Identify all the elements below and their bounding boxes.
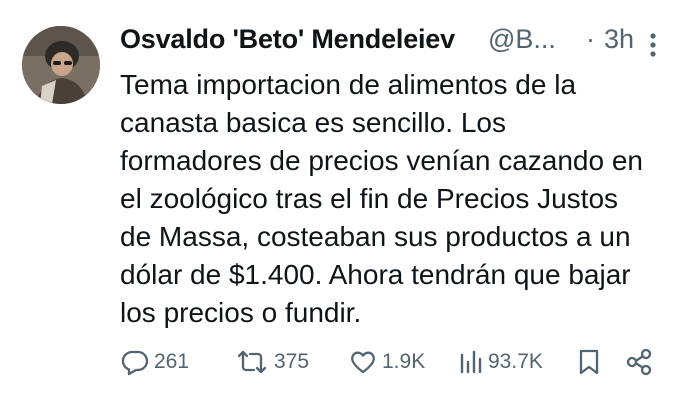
action-bar: 261 375 1.9K 93.7K <box>120 340 660 384</box>
bookmark-button[interactable] <box>576 344 602 380</box>
more-vertical-icon[interactable] <box>643 30 663 60</box>
tweet-text-line: de Massa, costeaban sus productos a un <box>120 221 631 252</box>
tweet-text-line: canasta basica es sencillo. Los <box>120 107 506 138</box>
bookmark-icon <box>576 347 602 377</box>
tweet-text: Tema importacion de alimentos de la cana… <box>120 66 680 332</box>
tweet-text-line: formadores de precios venían cazando en <box>120 145 643 176</box>
tweet-header: Osvaldo 'Beto' Mendeleiev @B... · 3h <box>120 22 670 62</box>
retweet-icon <box>234 347 270 377</box>
views-count: 93.7K <box>488 350 543 373</box>
retweet-button[interactable]: 375 <box>234 344 309 380</box>
tweet-text-line: Tema importacion de alimentos de la <box>120 69 577 100</box>
tweet-text-line: los precios o fundir. <box>120 297 362 328</box>
tweet-timestamp[interactable]: 3h <box>604 24 634 55</box>
reply-button[interactable]: 261 <box>120 344 189 380</box>
avatar[interactable] <box>22 26 100 104</box>
tweet[interactable]: Osvaldo 'Beto' Mendeleiev @B... · 3h Tem… <box>0 0 690 420</box>
like-count: 1.9K <box>382 350 426 373</box>
heart-icon <box>348 347 378 377</box>
author-name[interactable]: Osvaldo 'Beto' Mendeleiev <box>120 24 455 55</box>
retweet-count: 375 <box>274 350 310 373</box>
tweet-text-line: dólar de $1.400. Ahora tendrán que bajar <box>120 259 631 290</box>
share-icon <box>624 347 654 377</box>
reply-count: 261 <box>154 350 190 373</box>
share-button[interactable] <box>624 344 654 380</box>
avatar-image <box>22 26 100 104</box>
views-button[interactable]: 93.7K <box>458 344 543 380</box>
tweet-text-line: el zoológico tras el fin de Precios Just… <box>120 183 619 214</box>
views-chart-icon <box>458 347 484 377</box>
like-button[interactable]: 1.9K <box>348 344 425 380</box>
header-separator: · <box>586 24 595 54</box>
author-handle[interactable]: @B... <box>488 24 556 55</box>
reply-icon <box>120 347 150 377</box>
